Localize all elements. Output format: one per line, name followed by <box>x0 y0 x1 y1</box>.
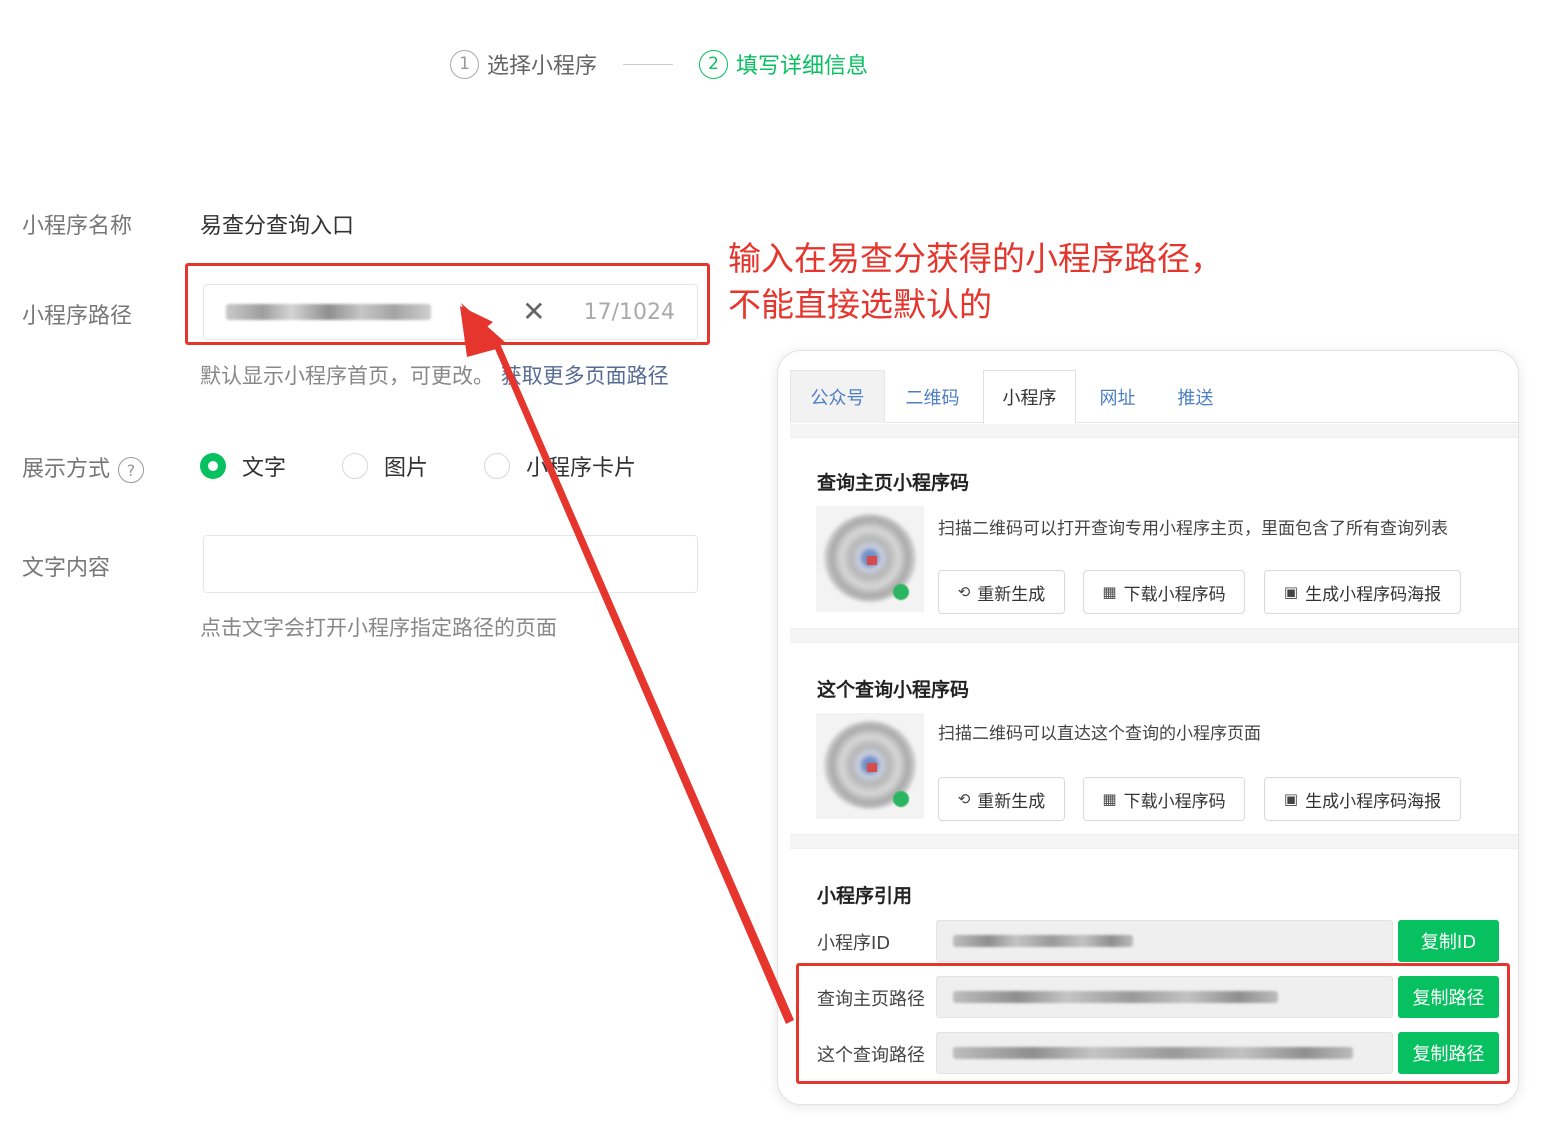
download-qrcode-button[interactable]: ▦ 下载小程序码 <box>1083 777 1245 821</box>
qrcode-image <box>816 713 924 819</box>
display-mode-label: 展示方式? <box>22 451 145 483</box>
radio-image[interactable]: 图片 <box>342 450 428 482</box>
image-icon: ▣ <box>1283 583 1299 601</box>
section-home-qrcode: 查询主页小程序码 扫描二维码可以打开查询专用小程序主页，里面包含了所有查询列表 … <box>790 437 1518 629</box>
step-1: 1 选择小程序 <box>450 48 597 80</box>
stepper: 1 选择小程序 2 填写详细信息 <box>450 48 868 80</box>
miniprogram-name-label: 小程序名称 <box>22 214 133 239</box>
section-title: 这个查询小程序码 <box>817 679 970 701</box>
tab-qrcode[interactable]: 二维码 <box>885 370 980 423</box>
radio-checked-icon <box>200 453 226 479</box>
display-mode-text: 展示方式 <box>22 457 111 482</box>
section-query-qrcode: 这个查询小程序码 扫描二维码可以直达这个查询的小程序页面 ⟲ 重新生成 ▦ 下载小程… <box>790 642 1518 835</box>
step-1-label: 选择小程序 <box>487 54 598 79</box>
generate-poster-button[interactable]: ▣ 生成小程序码海报 <box>1264 570 1461 614</box>
text-content-hint: 点击文字会打开小程序指定路径的页面 <box>200 616 557 640</box>
tab-url[interactable]: 网址 <box>1080 370 1155 423</box>
path-hint: 默认显示小程序首页，可更改。 获取更多页面路径 <box>200 360 669 390</box>
highlight-box-path <box>185 263 710 345</box>
section-gap <box>790 629 1518 642</box>
regenerate-label: 重新生成 <box>977 791 1046 812</box>
download-label: 下载小程序码 <box>1123 791 1226 812</box>
help-icon[interactable]: ? <box>118 457 145 483</box>
highlight-box-paths <box>796 963 1510 1084</box>
poster-label: 生成小程序码海报 <box>1305 791 1442 812</box>
step-2: 2 填写详细信息 <box>699 48 868 80</box>
radio-unchecked-icon <box>484 453 511 479</box>
tab-official-account[interactable]: 公众号 <box>790 370 885 423</box>
copy-id-button[interactable]: 复制ID <box>1398 920 1499 962</box>
generate-poster-button[interactable]: ▣ 生成小程序码海报 <box>1264 777 1461 821</box>
step-2-label: 填写详细信息 <box>736 54 869 79</box>
text-content-label: 文字内容 <box>22 556 111 581</box>
radio-image-label: 图片 <box>384 456 429 481</box>
download-qrcode-button[interactable]: ▦ 下载小程序码 <box>1083 570 1245 614</box>
refresh-icon: ⟲ <box>957 790 971 808</box>
section-gap <box>790 424 1518 437</box>
section-desc: 扫描二维码可以打开查询专用小程序主页，里面包含了所有查询列表 <box>938 519 1448 539</box>
qrcode-icon: ▦ <box>1102 583 1117 601</box>
radio-unchecked-icon <box>342 453 369 479</box>
radio-text[interactable]: 文字 <box>200 450 286 482</box>
miniprogram-name-value: 易查分查询入口 <box>200 214 355 239</box>
radio-card-label: 小程序卡片 <box>526 456 637 481</box>
miniprogram-path-label: 小程序路径 <box>22 304 133 329</box>
regenerate-label: 重新生成 <box>977 584 1046 605</box>
poster-label: 生成小程序码海报 <box>1305 584 1442 605</box>
refresh-icon: ⟲ <box>957 583 971 601</box>
more-paths-link[interactable]: 获取更多页面路径 <box>501 364 669 388</box>
annotation-line-1: 输入在易查分获得的小程序路径， <box>728 239 1223 278</box>
qrcode-image <box>816 506 924 612</box>
download-label: 下载小程序码 <box>1123 584 1226 605</box>
step-2-number: 2 <box>699 49 729 79</box>
path-hint-text: 默认显示小程序首页，可更改。 <box>200 364 494 388</box>
section-title: 小程序引用 <box>817 885 913 907</box>
section-title: 查询主页小程序码 <box>817 472 970 494</box>
qrcode-icon: ▦ <box>1102 790 1117 808</box>
section-desc: 扫描二维码可以直达这个查询的小程序页面 <box>938 724 1261 744</box>
miniprogram-id-field <box>936 920 1393 962</box>
step-1-number: 1 <box>450 49 479 79</box>
image-icon: ▣ <box>1283 790 1299 808</box>
display-mode-radio-group: 文字 图片 小程序卡片 <box>200 450 692 482</box>
radio-text-label: 文字 <box>242 456 287 481</box>
radio-card[interactable]: 小程序卡片 <box>484 450 636 482</box>
panel-tabbar: 公众号 二维码 小程序 网址 推送 <box>790 370 1518 424</box>
miniprogram-id-label: 小程序ID <box>817 933 891 954</box>
text-content-input[interactable] <box>203 535 698 593</box>
regenerate-button[interactable]: ⟲ 重新生成 <box>938 777 1065 821</box>
tab-push[interactable]: 推送 <box>1158 370 1233 423</box>
step-divider <box>623 63 674 65</box>
annotation-line-2: 不能直接选默认的 <box>728 285 992 324</box>
section-gap <box>790 835 1518 848</box>
annotation-text: 输入在易查分获得的小程序路径， 不能直接选默认的 <box>728 236 1223 328</box>
tab-miniprogram[interactable]: 小程序 <box>983 370 1076 424</box>
regenerate-button[interactable]: ⟲ 重新生成 <box>938 570 1065 614</box>
